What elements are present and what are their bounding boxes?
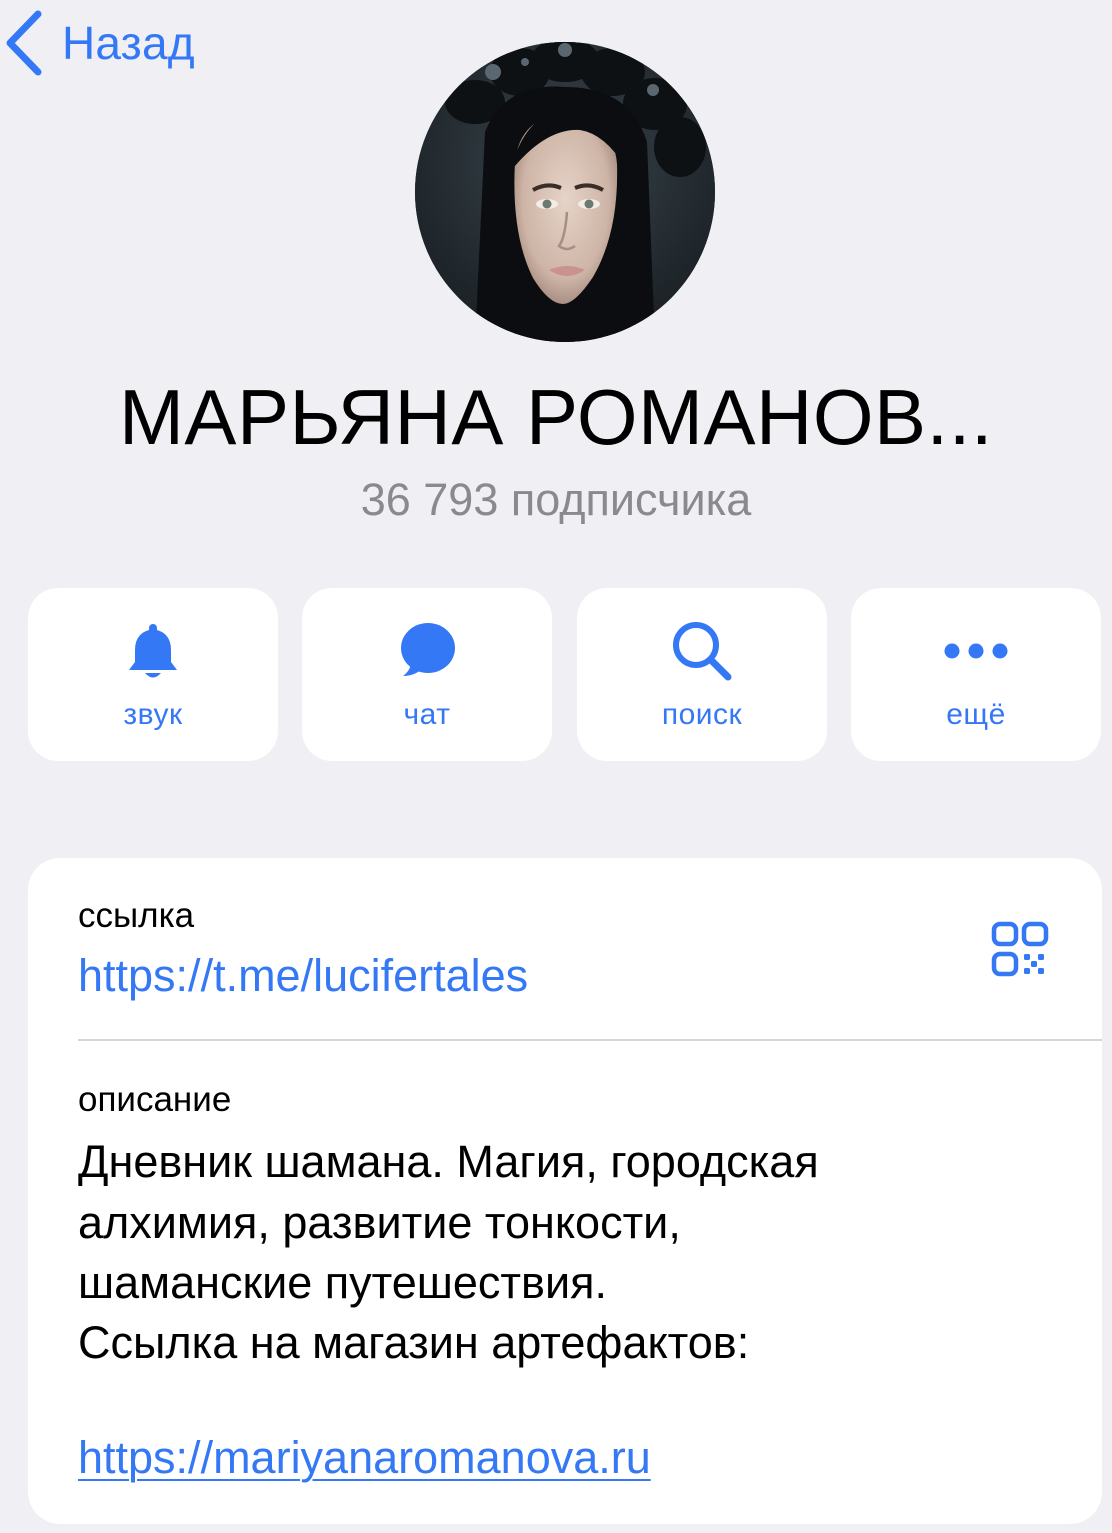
description-line: алхимия, развитие тонкости,	[78, 1197, 681, 1248]
more-label: ещё	[946, 698, 1006, 731]
description-line: Дневник шамана. Магия, городская	[78, 1136, 819, 1187]
back-label: Назад	[62, 17, 195, 69]
subscriber-count: 36 793 подписчика	[360, 474, 752, 525]
bell-icon	[28, 620, 278, 682]
description-line: Ссылка на магазин артефактов:	[78, 1317, 750, 1368]
chevron-left-icon	[4, 10, 44, 76]
description-line: шаманские путешествия.	[78, 1257, 607, 1308]
link-label: ссылка	[78, 896, 195, 935]
info-card: ссылка https://t.me/lucifertales описани…	[28, 858, 1102, 1524]
description-label: описание	[78, 1080, 232, 1119]
qr-code-icon[interactable]	[990, 920, 1050, 983]
chat-button[interactable]: чат	[302, 588, 552, 761]
shop-link[interactable]: https://mariyanaromanova.ru	[78, 1432, 651, 1484]
channel-link[interactable]: https://t.me/lucifertales	[78, 950, 528, 1002]
search-icon	[577, 620, 827, 682]
chat-label: чат	[403, 698, 451, 731]
more-button[interactable]: ещё	[851, 588, 1101, 761]
sound-label: звук	[123, 698, 183, 731]
back-button[interactable]: Назад	[4, 10, 195, 76]
more-dots-icon	[851, 620, 1101, 682]
search-label: поиск	[661, 698, 743, 731]
channel-title: МАРЬЯНА РОМАНОВ...	[118, 373, 994, 461]
sound-button[interactable]: звук	[28, 588, 278, 761]
search-button[interactable]: поиск	[577, 588, 827, 761]
divider	[78, 1039, 1102, 1041]
chat-bubble-icon	[302, 620, 552, 682]
channel-avatar[interactable]	[415, 42, 715, 342]
